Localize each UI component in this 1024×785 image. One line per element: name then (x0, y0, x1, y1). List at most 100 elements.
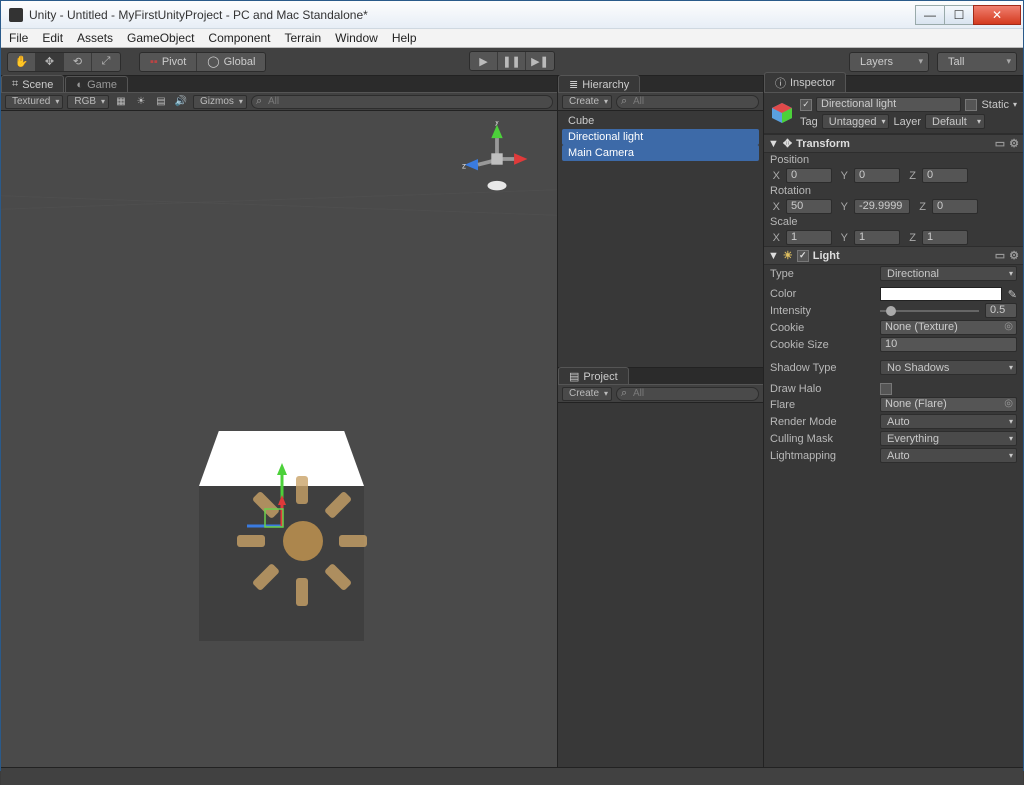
eyedropper-icon[interactable]: ✎ (1008, 288, 1017, 301)
lightmapping-dropdown[interactable]: Auto (880, 448, 1017, 463)
position-z-input[interactable]: 0 (922, 168, 968, 183)
help-icon[interactable]: ▭ (995, 249, 1005, 262)
window-title: Unity - Untitled - MyFirstUnityProject -… (29, 8, 368, 22)
menu-component[interactable]: Component (208, 31, 270, 45)
scene-audio-toggle[interactable]: 🔊 (173, 95, 189, 109)
tab-hierarchy[interactable]: ≣Hierarchy (558, 75, 640, 92)
scene-light-toggle[interactable]: ☀ (133, 95, 149, 109)
window-close-button[interactable]: ✕ (973, 5, 1021, 25)
move-tool[interactable]: ✥ (36, 53, 64, 71)
render-mode-dropdown[interactable]: RGB (67, 95, 109, 109)
menu-help[interactable]: Help (392, 31, 417, 45)
flare-field[interactable]: None (Flare) (880, 397, 1017, 412)
scene-viewport[interactable]: y z (1, 111, 557, 767)
light-color-field[interactable] (880, 287, 1002, 301)
pivot-toggle[interactable]: ▪▪Pivot (140, 53, 197, 71)
gameobject-active-checkbox[interactable]: ✓ (800, 99, 812, 111)
culling-mask-dropdown[interactable]: Everything (880, 431, 1017, 446)
tab-project[interactable]: ▤Project (558, 367, 629, 384)
cookie-size-input[interactable]: 10 (880, 337, 1017, 352)
play-button[interactable]: ▶ (470, 52, 498, 70)
status-bar (1, 767, 1023, 785)
draw-halo-checkbox[interactable] (880, 383, 892, 395)
position-label: Position (770, 154, 874, 166)
scene-fx-toggle[interactable]: ▤ (153, 95, 169, 109)
scale-z-input[interactable]: 1 (922, 230, 968, 245)
menu-terrain[interactable]: Terrain (284, 31, 321, 45)
scale-x-input[interactable]: 1 (786, 230, 832, 245)
light-component-header[interactable]: ▼ ☀ ✓ Light ▭⚙ (764, 246, 1023, 265)
foldout-icon: ▼ (768, 250, 779, 262)
static-checkbox[interactable] (965, 99, 977, 111)
menu-window[interactable]: Window (335, 31, 378, 45)
step-button[interactable]: ▶❚ (526, 52, 554, 70)
gizmos-dropdown[interactable]: Gizmos (193, 95, 247, 109)
scene-2d-toggle[interactable]: ▦ (113, 95, 129, 109)
hand-tool[interactable]: ✋ (8, 53, 36, 71)
menu-bar: File Edit Assets GameObject Component Te… (1, 29, 1023, 48)
window-title-bar: Unity - Untitled - MyFirstUnityProject -… (1, 1, 1023, 29)
window-maximize-button[interactable]: ☐ (944, 5, 974, 25)
window-minimize-button[interactable]: — (915, 5, 945, 25)
intensity-label: Intensity (770, 305, 874, 317)
static-dropdown-icon[interactable]: ▾ (1013, 100, 1017, 109)
menu-assets[interactable]: Assets (77, 31, 113, 45)
transform-component-header[interactable]: ▼ ✥ Transform ▭⚙ (764, 134, 1023, 153)
tab-game[interactable]: ◐Game (65, 76, 128, 92)
hierarchy-item-directional-light[interactable]: Directional light (562, 129, 759, 145)
game-icon: ◐ (76, 79, 83, 91)
project-create-dropdown[interactable]: Create (562, 387, 612, 401)
scene-search-input[interactable]: All (251, 95, 553, 109)
hierarchy-icon: ≣ (569, 78, 578, 91)
toolbar: ✋ ✥ ⟲ ⤢ ▪▪Pivot ◯Global ▶ ❚❚ ▶❚ Layers T… (1, 48, 1023, 76)
render-mode-dropdown[interactable]: Auto (880, 414, 1017, 429)
orientation-gizmo[interactable]: y z (459, 121, 535, 197)
flare-label: Flare (770, 399, 874, 411)
hierarchy-item-main-camera[interactable]: Main Camera (562, 145, 759, 161)
menu-gameobject[interactable]: GameObject (127, 31, 194, 45)
gear-icon[interactable]: ⚙ (1009, 137, 1019, 150)
draw-mode-dropdown[interactable]: Textured (5, 95, 63, 109)
gear-icon[interactable]: ⚙ (1009, 249, 1019, 262)
move-gizmo[interactable] (247, 461, 337, 551)
scale-y-input[interactable]: 1 (854, 230, 900, 245)
intensity-slider[interactable] (880, 304, 979, 318)
rotation-y-input[interactable]: -29.9999 (854, 199, 910, 214)
tag-dropdown[interactable]: Untagged (822, 114, 890, 129)
rotation-z-input[interactable]: 0 (932, 199, 978, 214)
project-search-input[interactable]: All (616, 387, 759, 401)
intensity-value[interactable]: 0.5 (985, 303, 1017, 318)
inspector-icon: ⓘ (775, 75, 786, 91)
tab-scene[interactable]: ⌗Scene (1, 75, 64, 92)
light-type-dropdown[interactable]: Directional (880, 266, 1017, 281)
light-enabled-checkbox[interactable]: ✓ (797, 250, 809, 262)
layers-dropdown[interactable]: Layers (849, 52, 929, 72)
hierarchy-item-cube[interactable]: Cube (558, 113, 763, 129)
layout-dropdown[interactable]: Tall (937, 52, 1017, 72)
scale-tool[interactable]: ⤢ (92, 53, 120, 71)
tab-inspector[interactable]: ⓘInspector (764, 72, 846, 92)
transform-icon: ✥ (783, 137, 792, 150)
rotation-x-input[interactable]: 50 (786, 199, 832, 214)
rotate-tool[interactable]: ⟲ (64, 53, 92, 71)
layer-label: Layer (893, 116, 921, 128)
position-y-input[interactable]: 0 (854, 168, 900, 183)
lightmapping-label: Lightmapping (770, 450, 874, 462)
global-toggle[interactable]: ◯Global (197, 53, 265, 71)
render-mode-label: Render Mode (770, 416, 874, 428)
pause-button[interactable]: ❚❚ (498, 52, 526, 70)
menu-edit[interactable]: Edit (42, 31, 63, 45)
cookie-field[interactable]: None (Texture) (880, 320, 1017, 335)
hierarchy-create-dropdown[interactable]: Create (562, 95, 612, 109)
project-icon: ▤ (569, 370, 579, 383)
position-x-input[interactable]: 0 (786, 168, 832, 183)
shadow-type-dropdown[interactable]: No Shadows (880, 360, 1017, 375)
layer-dropdown[interactable]: Default (925, 114, 985, 129)
hierarchy-search-input[interactable]: All (616, 95, 759, 109)
gameobject-name-input[interactable]: Directional light (816, 97, 961, 112)
help-icon[interactable]: ▭ (995, 137, 1005, 150)
menu-file[interactable]: File (9, 31, 28, 45)
scale-label: Scale (770, 216, 874, 228)
tag-label: Tag (800, 116, 818, 128)
foldout-icon: ▼ (768, 138, 779, 150)
